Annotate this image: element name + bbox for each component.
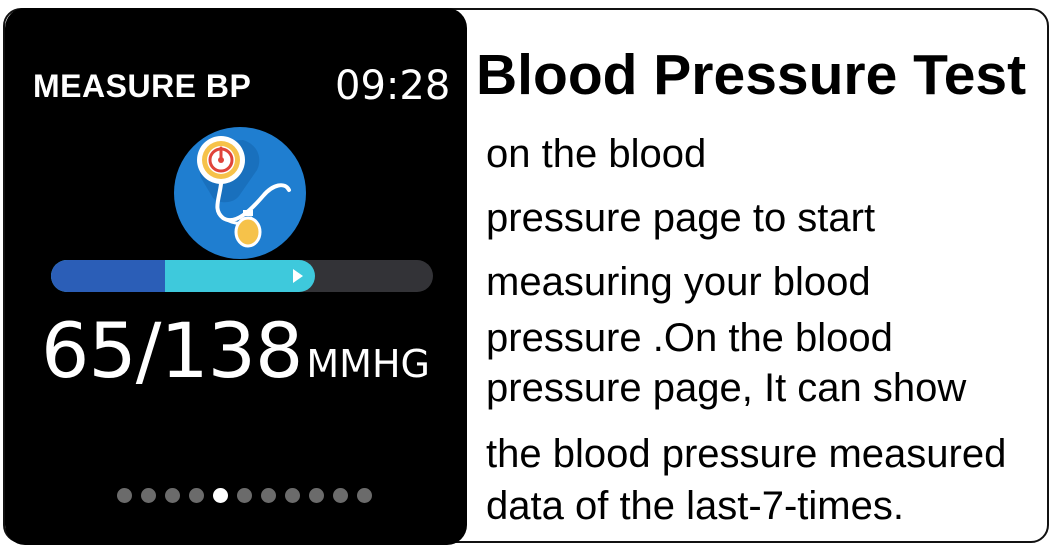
description-line: data of the last-7-times.	[486, 484, 904, 528]
page-dot[interactable]	[357, 488, 372, 503]
progress-fill	[51, 260, 315, 292]
blood-pressure-reading: 65/138 MMHG	[41, 306, 430, 395]
page-dot[interactable]	[189, 488, 204, 503]
page-dot-active[interactable]	[213, 488, 228, 503]
play-arrow-icon[interactable]	[292, 269, 303, 283]
page-dot[interactable]	[285, 488, 300, 503]
page-dot[interactable]	[309, 488, 324, 503]
description-line: the blood pressure measured	[486, 432, 1007, 476]
clock-time: 09:28	[335, 63, 451, 109]
screen-title: MEASURE BP	[33, 68, 252, 104]
blood-pressure-gauge-icon[interactable]	[173, 126, 307, 260]
reading-unit: MMHG	[306, 342, 430, 386]
page-dot[interactable]	[261, 488, 276, 503]
measurement-progress-bar	[51, 260, 433, 292]
description-line: on the blood	[486, 132, 707, 176]
page-dot[interactable]	[333, 488, 348, 503]
page-dot[interactable]	[117, 488, 132, 503]
watch-screen: MEASURE BP 09:28 65/138 MMHG	[5, 8, 467, 545]
description-line: pressure page, It can show	[486, 366, 967, 410]
page-indicator	[117, 488, 372, 503]
page-dot[interactable]	[165, 488, 180, 503]
description-line: pressure .On the blood	[486, 316, 893, 360]
panel-heading: Blood Pressure Test	[476, 43, 1027, 107]
description-line: measuring your blood	[486, 260, 871, 304]
page-dot[interactable]	[237, 488, 252, 503]
page-dot[interactable]	[141, 488, 156, 503]
description-line: pressure page to start	[486, 196, 876, 240]
progress-fill-start	[51, 260, 165, 292]
reading-value: 65/138	[41, 306, 303, 395]
help-card: MEASURE BP 09:28 65/138 MMHG Blood Press…	[0, 0, 1055, 547]
